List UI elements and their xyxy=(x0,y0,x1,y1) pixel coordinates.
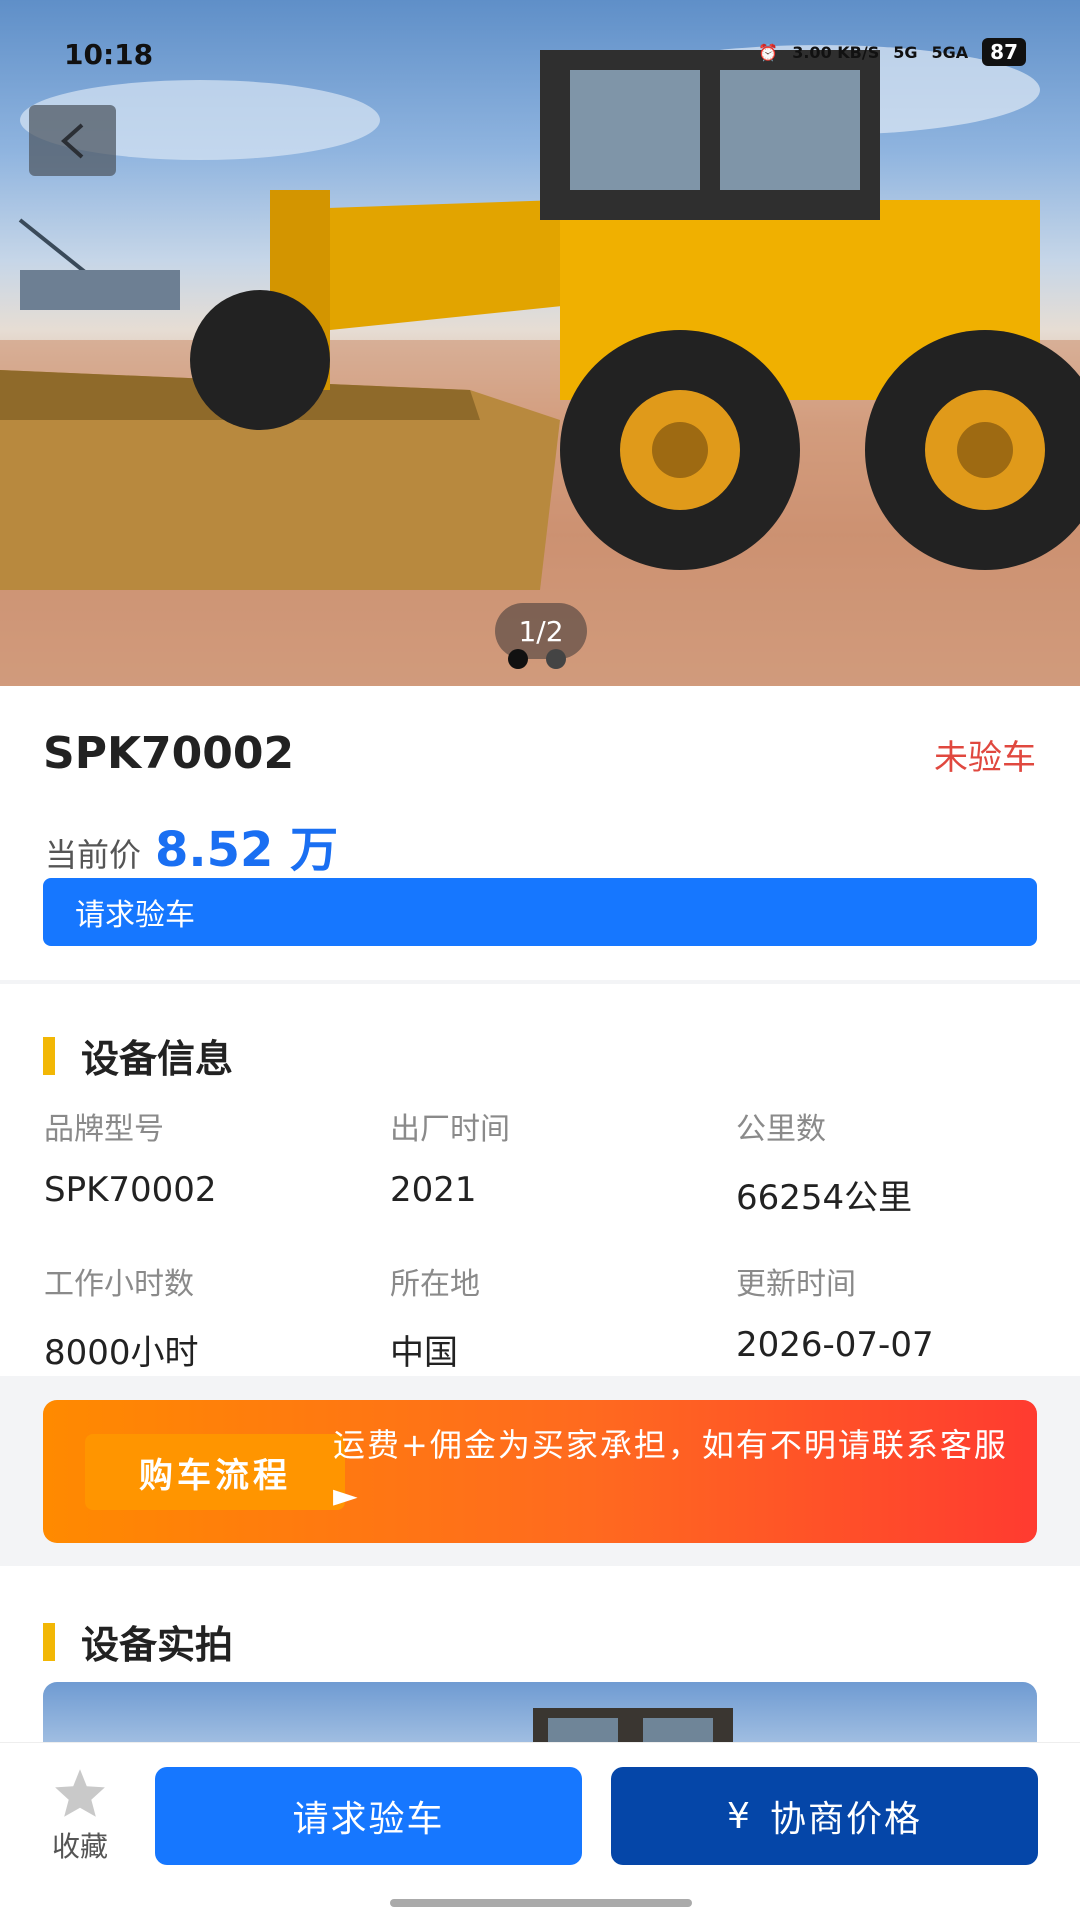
hero-image-carousel[interactable]: 10:18 ⏰ 3.00 KB/S 5G 5GA 87 1/2 xyxy=(0,0,1080,686)
negotiate-price-button[interactable]: ¥ 协商价格 xyxy=(611,1767,1038,1865)
info-value: 中国 xyxy=(390,1333,458,1373)
price-value: 8.52 万 xyxy=(155,822,339,878)
purchase-process-banner[interactable]: 购车流程 运费+佣金为买家承担，如有不明请联系客服 ► xyxy=(43,1400,1037,1543)
info-label: 更新时间 xyxy=(736,1267,856,1302)
section-header: 设备实拍 xyxy=(43,1614,233,1669)
info-label: 公里数 xyxy=(736,1112,826,1147)
yuan-icon: ¥ xyxy=(727,1795,752,1837)
status-bar: 10:18 ⏰ 3.00 KB/S 5G 5GA 87 xyxy=(0,0,1080,110)
info-label: 品牌型号 xyxy=(44,1112,164,1147)
favorite-button[interactable]: 收藏 xyxy=(40,1767,120,1865)
bottom-action-bar: 收藏 请求验车 ¥ 协商价格 xyxy=(0,1742,1080,1920)
listing-summary: SPK70002 未验车 当前价 8.52 万 请求验车 xyxy=(0,686,1080,980)
price-label: 当前价 xyxy=(45,836,142,874)
alarm-icon: ⏰ xyxy=(758,42,779,62)
info-cell-location: 所在地 中国 xyxy=(390,1259,736,1374)
net-speed: 3.00 KB/S xyxy=(792,42,880,62)
section-header: 设备信息 xyxy=(43,1028,233,1083)
price-row: 当前价 8.52 万 xyxy=(45,810,338,880)
section-title: 设备实拍 xyxy=(81,1623,234,1667)
request-inspection-bar[interactable]: 请求验车 xyxy=(43,878,1037,946)
info-cell-work-hours: 工作小时数 8000小时 xyxy=(44,1259,390,1374)
home-indicator[interactable] xyxy=(390,1899,692,1907)
carousel-dot[interactable] xyxy=(546,649,566,669)
info-value: SPK70002 xyxy=(44,1170,217,1210)
equipment-info-section: 设备信息 品牌型号 SPK70002 出厂时间 2021 公里数 66254公里… xyxy=(0,984,1080,1376)
photo-preview xyxy=(533,1708,733,1742)
info-label: 所在地 xyxy=(390,1267,480,1302)
purchase-process-tag: 购车流程 xyxy=(85,1434,345,1510)
listing-title: SPK70002 xyxy=(43,728,295,779)
favorite-label: 收藏 xyxy=(51,1830,108,1863)
inspection-status-badge: 未验车 xyxy=(934,738,1036,778)
info-cell-factory-year: 出厂时间 2021 xyxy=(390,1104,736,1219)
info-value: 2021 xyxy=(390,1170,477,1210)
signal-5g-icon: 5G xyxy=(893,42,918,62)
battery-icon: 87 xyxy=(982,38,1026,66)
carousel-dot[interactable] xyxy=(508,649,528,669)
section-title: 设备信息 xyxy=(81,1037,234,1081)
info-value: 2026-07-07 xyxy=(736,1325,934,1365)
star-icon xyxy=(55,1769,105,1817)
purchase-process-text: 运费+佣金为买家承担，如有不明请联系客服 ► xyxy=(333,1426,1008,1514)
info-value: 66254公里 xyxy=(736,1178,913,1218)
equipment-photo[interactable] xyxy=(43,1682,1037,1742)
info-cell-update-time: 更新时间 2026-07-07 xyxy=(736,1259,1044,1374)
info-cell-brand: 品牌型号 SPK70002 xyxy=(44,1104,390,1219)
back-button[interactable] xyxy=(29,105,116,176)
info-cell-mileage: 公里数 66254公里 xyxy=(736,1104,1044,1219)
equipment-photos-section: 设备实拍 xyxy=(0,1566,1080,1742)
info-value: 8000小时 xyxy=(44,1333,199,1373)
info-label: 工作小时数 xyxy=(44,1267,194,1302)
carousel-dots xyxy=(508,649,566,669)
equipment-info-grid: 品牌型号 SPK70002 出厂时间 2021 公里数 66254公里 工作小时… xyxy=(44,1104,1044,1374)
section-marker xyxy=(43,1036,55,1075)
negotiate-price-label: 协商价格 xyxy=(769,1799,922,1840)
section-marker xyxy=(43,1622,55,1661)
request-inspection-button[interactable]: 请求验车 xyxy=(155,1767,582,1865)
signal-5ga-icon: 5GA xyxy=(931,42,969,62)
info-label: 出厂时间 xyxy=(390,1112,510,1147)
chevron-left-icon xyxy=(60,123,83,158)
status-icons: ⏰ 3.00 KB/S 5G 5GA 87 xyxy=(758,38,1026,66)
status-time: 10:18 xyxy=(64,38,154,71)
